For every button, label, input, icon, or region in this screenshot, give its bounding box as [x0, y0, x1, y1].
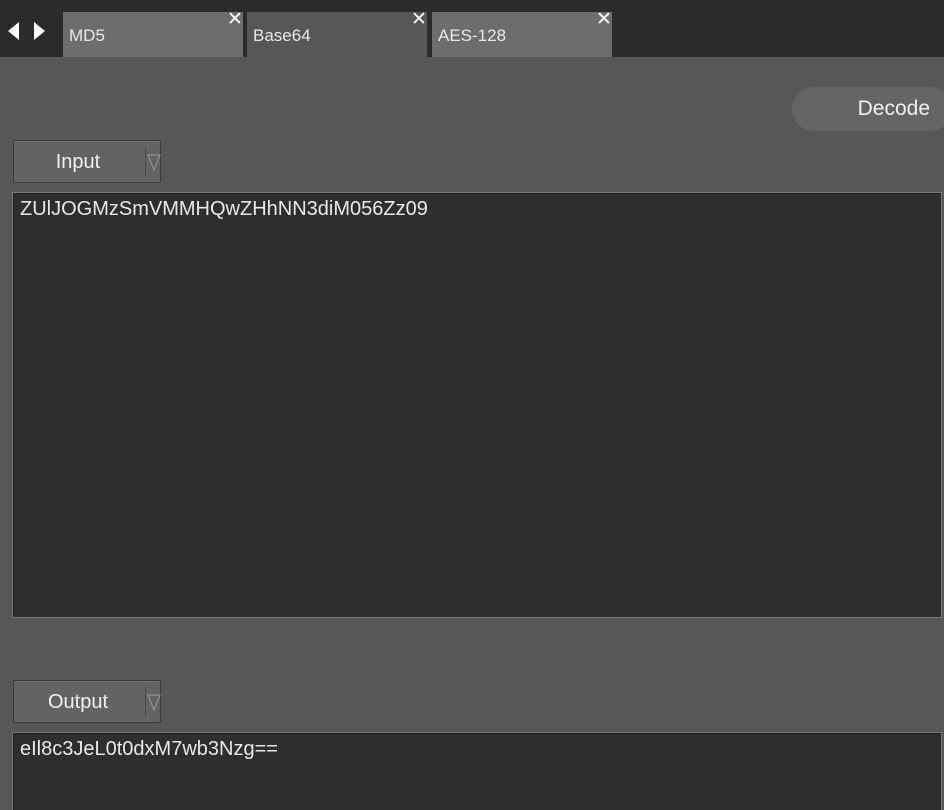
triangle-down-outline-icon	[147, 154, 161, 172]
tab-aes-128[interactable]: AES-128 ✕	[432, 10, 612, 57]
tab-label: MD5	[69, 26, 105, 45]
input-textarea[interactable]: ZUlJOGMzSmVMMHQwZHhNN3diM056Zz09	[12, 192, 942, 618]
input-mode-label: Input	[55, 151, 101, 173]
close-icon[interactable]: ✕	[596, 10, 612, 29]
close-icon[interactable]: ✕	[411, 10, 427, 29]
decode-button[interactable]: Decode	[792, 87, 944, 131]
output-mode-dropdown[interactable]: Output	[13, 680, 161, 723]
triangle-left-icon[interactable]	[8, 22, 19, 40]
app-window: MD5 ✕ Base64 ✕ AES-128 ✕ Decode Input ZU…	[0, 0, 944, 810]
triangle-down-outline-icon	[147, 694, 161, 712]
close-icon[interactable]: ✕	[227, 10, 243, 29]
tab-base64[interactable]: Base64 ✕	[247, 10, 427, 57]
triangle-right-icon[interactable]	[34, 22, 45, 40]
tab-label: Base64	[253, 26, 311, 45]
output-textarea[interactable]: eIl8c3JeL0t0dxM7wb3Nzg==	[12, 732, 942, 810]
output-mode-label: Output	[47, 691, 109, 713]
tab-bar: MD5 ✕ Base64 ✕ AES-128 ✕	[0, 0, 944, 57]
dropdown-divider	[145, 687, 146, 717]
tab-md5[interactable]: MD5 ✕	[63, 10, 243, 57]
tab-label: AES-128	[438, 26, 507, 45]
input-mode-dropdown[interactable]: Input	[13, 140, 161, 183]
dropdown-divider	[145, 147, 146, 177]
